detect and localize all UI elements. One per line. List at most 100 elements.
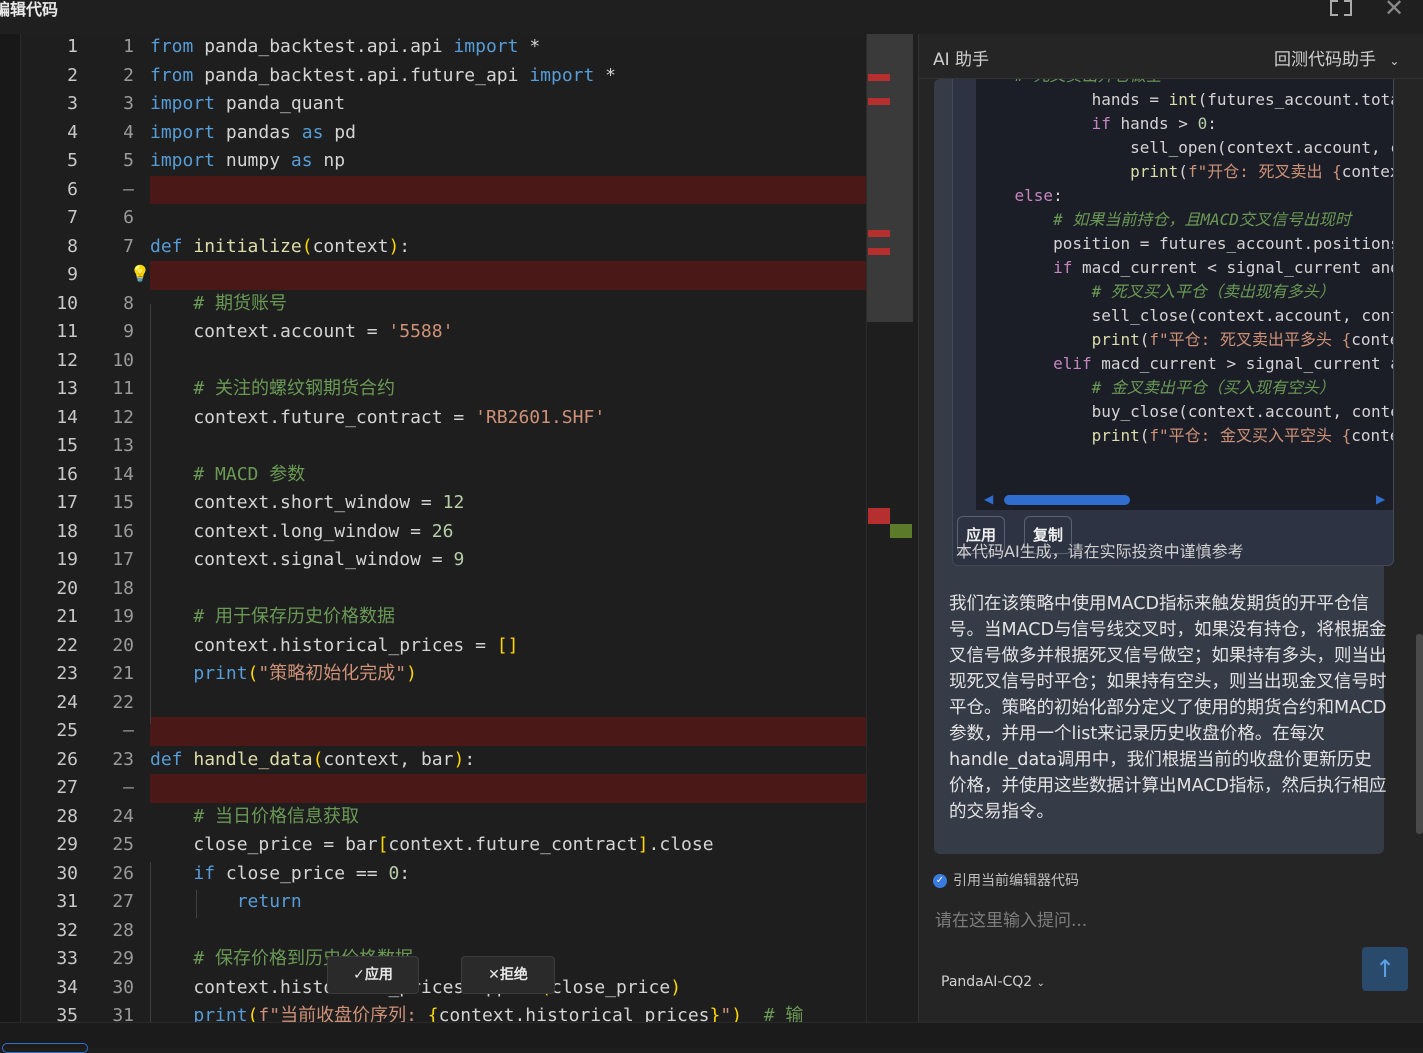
deleted-line[interactable]: 6—: [20, 175, 866, 204]
line-code: context.account = '5588': [150, 321, 454, 342]
diff-view[interactable]: 1 1 from panda_backtest.api.api import * 2 2…: [20, 34, 866, 1022]
code-line[interactable]: 26 23 def handle_data(context, bar):: [20, 746, 866, 775]
code-line[interactable]: 11 9 context.account = '5588': [20, 318, 866, 347]
modified-line-number: 20: [112, 634, 134, 656]
code-line[interactable]: 24 22: [20, 689, 866, 718]
code-line[interactable]: 10 8 # 期货账号: [20, 290, 866, 319]
original-line-number: 9: [67, 264, 78, 285]
code-line[interactable]: 14 12 context.future_contract = 'RB2601.S…: [20, 404, 866, 433]
line-code: return: [236, 891, 302, 912]
code-line[interactable]: 20 18: [20, 575, 866, 604]
original-line-number: 24: [56, 691, 78, 713]
modified-line-number: 18: [112, 577, 134, 599]
deleted-line-highlight: [150, 774, 866, 803]
code-line[interactable]: 4 4 import pandas as pd: [20, 119, 866, 148]
modified-line-number: 7: [123, 235, 134, 257]
original-line-number: 28: [56, 805, 78, 827]
code-line[interactable]: 13 11 # 关注的螺纹钢期货合约: [20, 375, 866, 404]
line-code: import pandas as pd: [150, 121, 356, 143]
code-line[interactable]: 19 17 context.signal_window = 9: [20, 546, 866, 575]
code-line[interactable]: 16 14 # MACD 参数: [20, 461, 866, 490]
code-line[interactable]: 3 3 import panda_quant: [20, 90, 866, 119]
code-line[interactable]: 12 10: [20, 347, 866, 376]
scroll-thumb[interactable]: [1004, 495, 1130, 505]
original-line-number: 16: [56, 463, 78, 485]
assistant-mode-select[interactable]: 回测代码助手 ⌄: [1274, 45, 1399, 70]
deleted-line[interactable]: 27 —: [20, 774, 866, 803]
code-line[interactable]: 15 13: [20, 432, 866, 461]
question-input[interactable]: [933, 902, 1357, 940]
modified-line-number: 19: [112, 606, 134, 627]
code-line[interactable]: 28 24 # 当日价格信息获取: [20, 803, 866, 832]
modified-line-number: 23: [112, 748, 134, 770]
line-code: # 期货账号: [193, 292, 288, 314]
code-block[interactable]: # 死叉卖出开仓做空 hands = int(futures_account.t…: [976, 79, 1393, 510]
original-line-number: 19: [56, 549, 78, 570]
code-line[interactable]: 35 31 print(f"当前收盘价序列: {context.historica…: [20, 1002, 866, 1022]
code-line[interactable]: 5 5 import numpy as np: [20, 147, 866, 176]
apply-diff-button[interactable]: ✓应用: [327, 956, 419, 994]
code-line[interactable]: 32 28: [20, 917, 866, 946]
code-line[interactable]: 29 25 close_price = bar[context.future_co…: [20, 831, 866, 860]
model-label: PandaAI-CQ2: [941, 974, 1033, 990]
snippet-line: print(f"平仓: 死叉卖出平多头 {context}"): [1091, 330, 1393, 349]
snippet-line: # 死叉卖出开仓做空: [976, 79, 1162, 88]
code-line[interactable]: 23 21 print("策略初始化完成"): [20, 660, 866, 689]
line-code: context.long_window = 26: [150, 520, 454, 542]
original-line-number: 23: [56, 663, 78, 684]
line-code: # MACD 参数: [193, 463, 306, 485]
line-code: import panda_quant: [150, 93, 346, 114]
line-code: # 用于保存历史价格数据: [193, 606, 396, 627]
close-icon[interactable]: ✕: [1384, 0, 1404, 22]
cite-editor-code-toggle[interactable]: ✓ 引用当前编辑器代码: [933, 870, 1079, 890]
code-editor[interactable]: 1 1 from panda_backtest.api.api import * 2 2…: [0, 34, 913, 1022]
reject-diff-button[interactable]: ✕拒绝: [461, 956, 555, 994]
deletion-marker: [868, 508, 890, 524]
modified-line-number: —: [123, 178, 134, 200]
scroll-left-icon[interactable]: ◀: [984, 492, 993, 506]
scroll-right-icon[interactable]: ▶: [1376, 492, 1385, 506]
code-line[interactable]: 8 7 def initialize(context):: [20, 233, 866, 262]
modified-line-number: 16: [112, 520, 134, 542]
modified-line-number: 11: [112, 378, 134, 399]
chat-history[interactable]: # 死叉卖出开仓做空 hands = int(futures_account.t…: [919, 79, 1423, 854]
code-line[interactable]: 1 1 from panda_backtest.api.api import *: [20, 34, 866, 62]
deleted-line[interactable]: 25 —: [20, 717, 866, 746]
original-line-number: 27: [56, 777, 78, 798]
code-line[interactable]: 3430 context.historical_prices.append(cl…: [20, 974, 866, 1003]
snippet-line: # 金叉卖出平仓（买入现有空头）: [1091, 378, 1335, 397]
code-line[interactable]: 33 29 # 保存价格到历史价格数据: [20, 945, 866, 974]
code-line[interactable]: 31 27 return: [20, 888, 866, 917]
line-code: context.historical_prices = []: [150, 634, 519, 656]
code-line[interactable]: 18 16 context.long_window = 26: [20, 518, 866, 547]
snippet-line: buy_close(context.account, context.futur…: [1091, 402, 1393, 421]
snippet-line: # 如果当前持仓，且MACD交叉信号出现时: [1053, 210, 1351, 229]
snippet-line: # 死叉买入平仓（卖出现有多头）: [1091, 282, 1335, 301]
chat-scrollbar[interactable]: [1416, 79, 1423, 854]
line-code: import numpy as np: [150, 150, 346, 171]
code-line[interactable]: 21 19 # 用于保存历史价格数据: [20, 603, 866, 632]
original-line-number: 1: [67, 36, 78, 57]
code-line[interactable]: 22 20 context.historical_prices = []: [20, 632, 866, 661]
ai-assistant-panel: AI 助手 回测代码助手 ⌄ # 死叉卖出开仓做空 hands = int(fu…: [918, 34, 1423, 1022]
send-button[interactable]: ↑: [1362, 947, 1408, 991]
code-line[interactable]: 17 15 context.short_window = 12: [20, 489, 866, 518]
scroll-thumb[interactable]: [1416, 634, 1423, 834]
window-title: 编辑代码: [0, 0, 59, 19]
original-line-number: 17: [56, 492, 78, 513]
diff-overview-ruler[interactable]: [866, 34, 913, 1022]
fullscreen-icon[interactable]: [1330, 0, 1352, 16]
line-code: context.short_window = 12: [150, 492, 465, 513]
deletion-marker: [868, 248, 890, 255]
original-line-number: 33: [56, 948, 78, 969]
lightbulb-icon[interactable]: 💡: [130, 264, 150, 283]
code-line[interactable]: 76: [20, 204, 866, 233]
horizontal-scrollbar[interactable]: ◀ ▶: [976, 490, 1393, 510]
modified-line-number: 8: [123, 292, 134, 314]
code-line[interactable]: 2 2 from panda_backtest.api.future_api imp…: [20, 62, 866, 91]
model-select[interactable]: PandaAI-CQ2 ⌄: [941, 974, 1045, 990]
original-line-number: 21: [56, 606, 78, 627]
modified-line-number: 26: [112, 862, 134, 884]
chevron-down-icon: ⌄: [1389, 54, 1400, 68]
code-line[interactable]: 30 26 if close_price == 0:: [20, 860, 866, 889]
